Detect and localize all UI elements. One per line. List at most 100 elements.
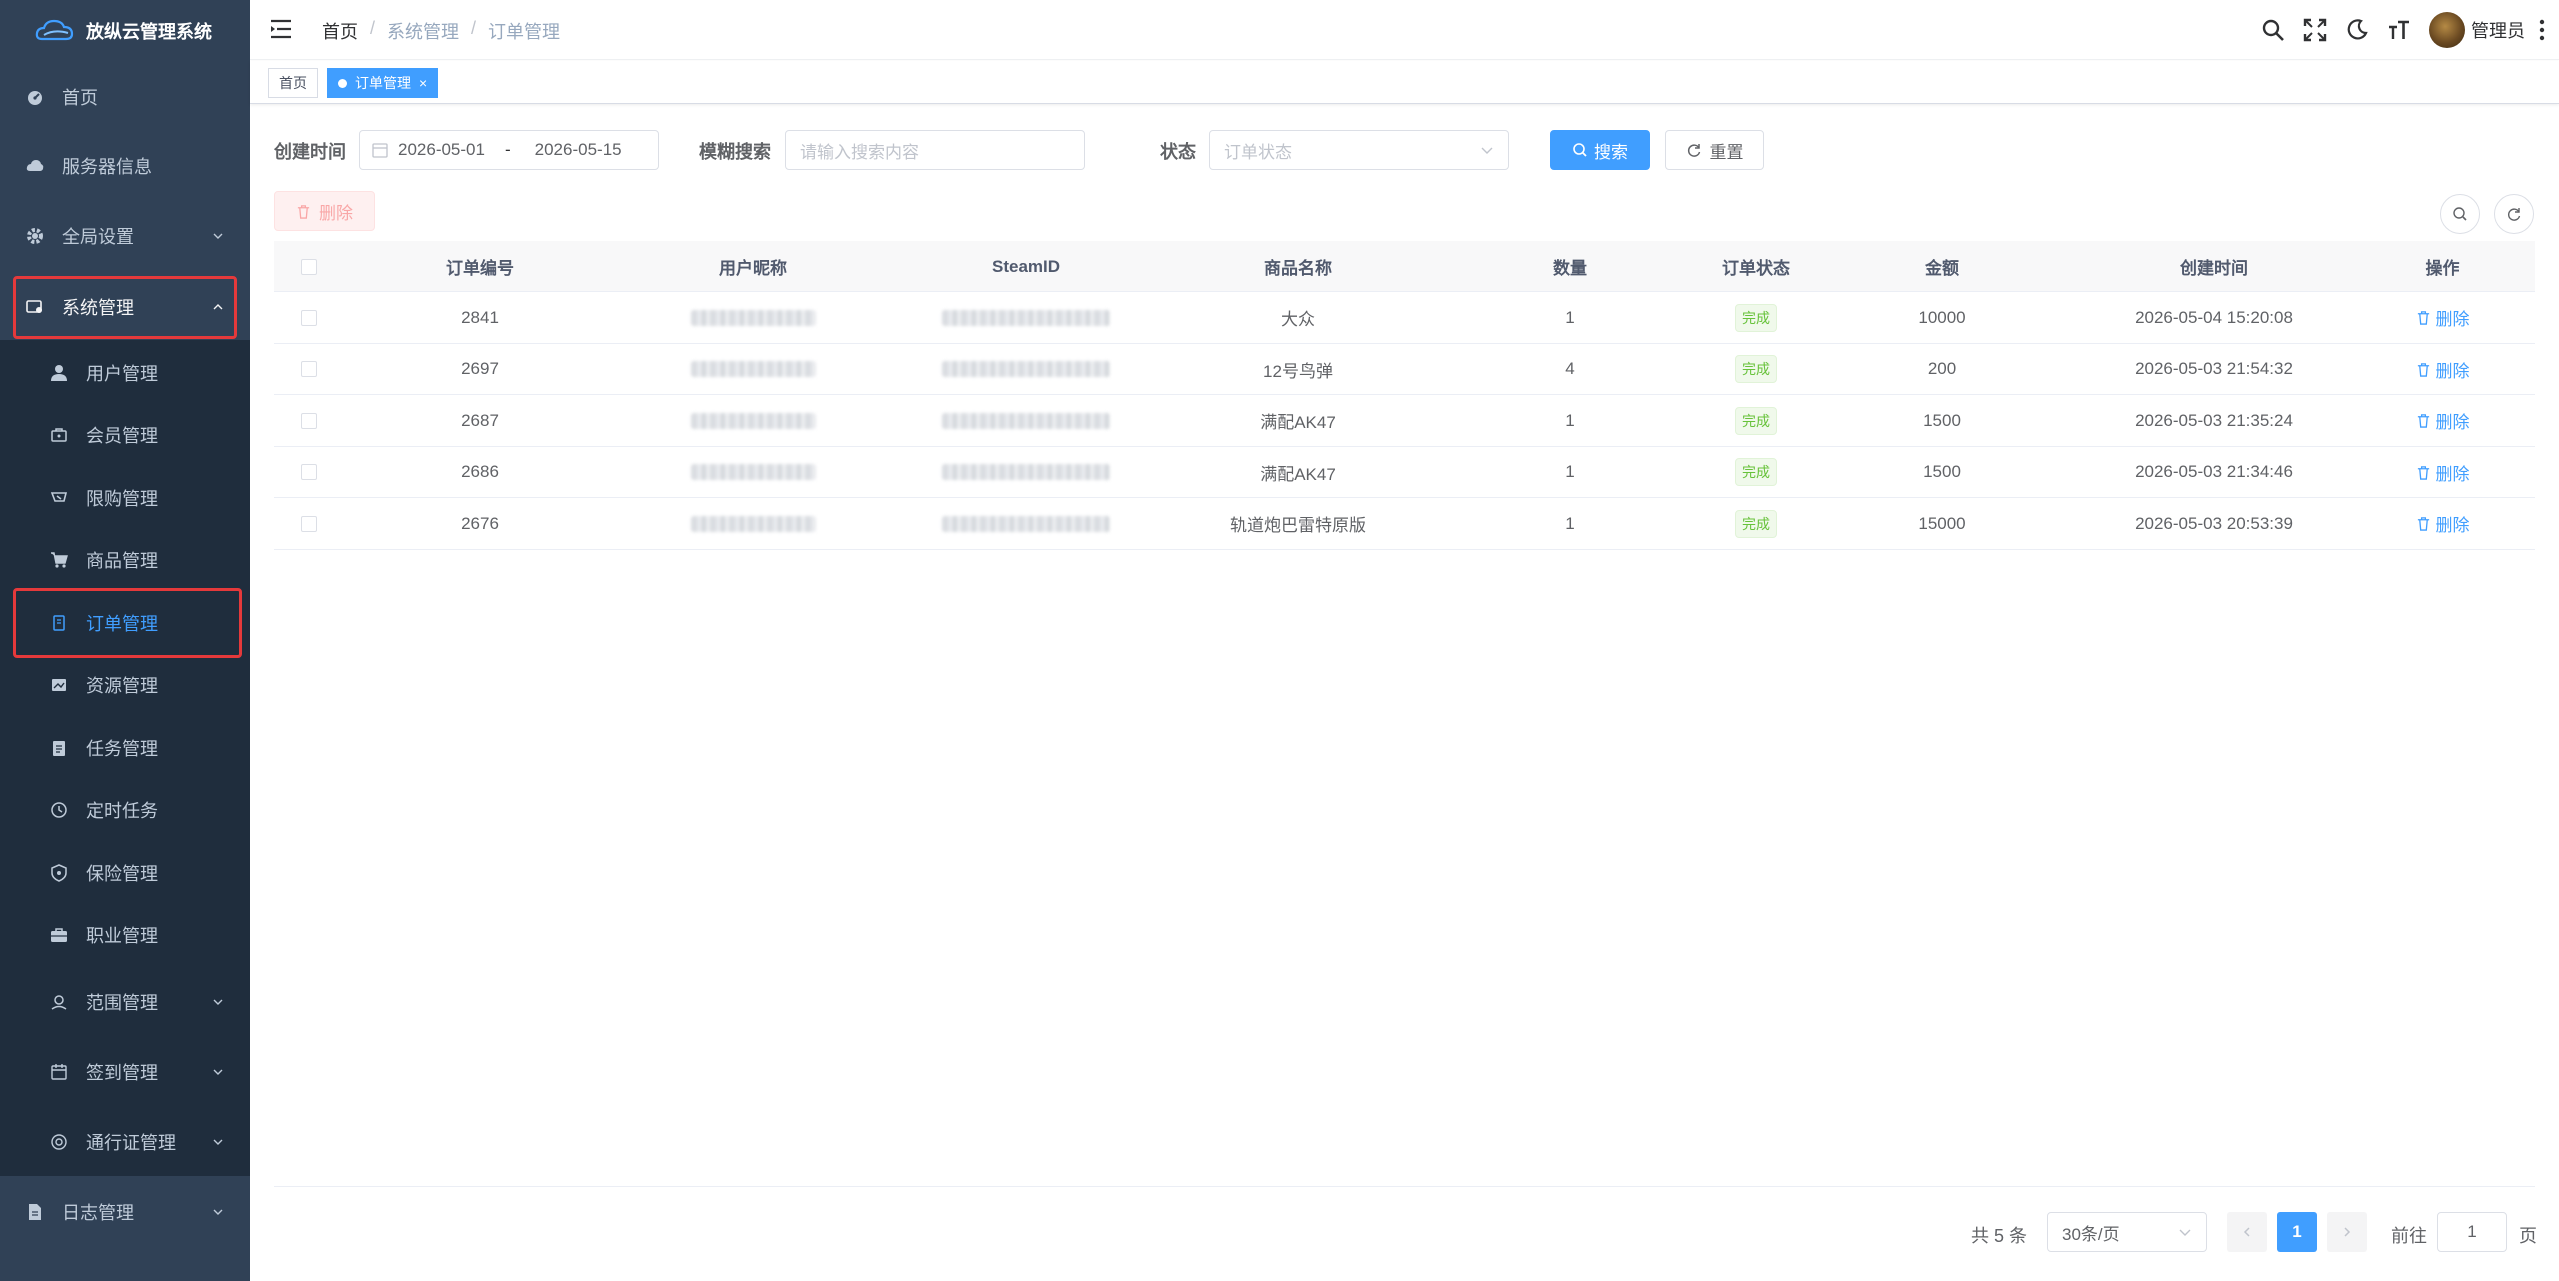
sidebar-item-purchase-limit[interactable]: 限购管理 [0,477,250,519]
sidebar-item-log-management[interactable]: 日志管理 [0,1191,250,1233]
tag-order-management[interactable]: 订单管理 × [327,68,439,98]
order-id-cell: 2697 [461,359,499,378]
row-checkbox[interactable] [301,412,317,429]
quantity-cell: 1 [1565,410,1575,430]
created-time-label: 创建时间 [274,142,346,162]
nickname-cell [616,395,890,446]
tag-label: 订单管理 [355,75,411,91]
page-number-button[interactable]: 1 [2277,1212,2317,1252]
chevron-left-icon [2243,1227,2250,1237]
fuzzy-search-label: 模糊搜索 [699,142,771,162]
goto-page-input[interactable]: 1 [2437,1212,2507,1252]
status-badge: 完成 [1735,406,1777,435]
table-row: 2676 轨道炮巴雷特原版 1 完成 15000 2026-05-03 20:5… [274,498,2535,550]
order-id-cell: 2841 [461,307,499,327]
close-icon[interactable]: × [419,75,427,91]
sidebar-item-label: 通行证管理 [86,1133,176,1153]
sidebar-item-range-management[interactable]: 范围管理 [0,981,250,1023]
sidebar-item-home[interactable]: 首页 [0,76,250,118]
toggle-search-button[interactable] [2440,194,2480,234]
sidebar-item-server-info[interactable]: 服务器信息 [0,145,250,187]
resource-icon [50,676,68,694]
row-select-cell [274,344,344,395]
log-icon [26,1203,44,1221]
sidebar-item-checkin-management[interactable]: 签到管理 [0,1051,250,1093]
column-header: SteamID [991,256,1061,276]
tag-home[interactable]: 首页 [268,68,318,98]
steamid-cell [890,395,1162,446]
sidebar-item-career-management[interactable]: 职业管理 [0,914,250,956]
fullscreen-icon[interactable] [2303,18,2327,42]
sidebar-item-label: 职业管理 [86,926,158,946]
fuzzy-search-placeholder: 请输入搜索内容 [800,142,919,162]
delete-row-label: 删除 [2435,413,2470,432]
status-badge: 完成 [1735,355,1777,383]
delete-row-button[interactable]: 删除 [2416,357,2470,382]
breadcrumb-home[interactable]: 首页 [322,18,358,44]
chevron-down-icon [213,999,223,1005]
delete-row-button[interactable]: 删除 [2416,305,2470,330]
user-name[interactable]: 管理员 [2471,17,2525,43]
status-select[interactable]: 订单状态 [1209,130,1509,170]
trash-icon [2417,311,2429,325]
amount-cell: 200 [1927,359,1957,378]
sidebar-item-global-settings[interactable]: 全局设置 [0,215,250,257]
cloud-logo-icon [35,19,74,41]
fuzzy-search-input[interactable]: 请输入搜索内容 [785,130,1085,170]
reset-button-label: 重置 [1709,142,1744,162]
active-dot-icon [338,78,347,88]
prev-page-button[interactable] [2227,1212,2267,1252]
created-time-cell: 2026-05-03 21:54:32 [2135,359,2293,378]
nickname-cell [616,344,890,395]
row-checkbox[interactable] [301,464,317,480]
breadcrumb-current: 订单管理 [488,22,561,42]
delete-row-button[interactable]: 删除 [2416,460,2470,485]
sidebar-item-member-management[interactable]: 会员管理 [0,414,250,456]
sidebar-item-label: 任务管理 [86,739,158,759]
row-checkbox[interactable] [301,515,317,532]
date-range-picker[interactable]: 2026-05-01 - 2026-05-15 [359,130,659,170]
avatar[interactable] [2429,12,2465,48]
range-icon [50,993,68,1011]
sidebar-item-user-management[interactable]: 用户管理 [0,352,250,394]
quantity-cell: 1 [1565,513,1575,533]
refresh-table-button[interactable] [2494,194,2534,234]
row-checkbox[interactable] [301,361,317,377]
sidebar-item-label: 范围管理 [86,993,158,1013]
delete-row-button[interactable]: 删除 [2416,511,2470,536]
sidebar-item-task-management[interactable]: 任务管理 [0,727,250,769]
table-row: 2841 大众 1 完成 10000 2026-05-04 15:20:08 删… [274,292,2535,344]
app-logo[interactable]: 放纵云管理系统 [0,0,250,62]
search-button-label: 搜索 [1594,142,1628,162]
operation-cell: 删除 [2350,292,2535,343]
amount-cell: 15000 [1918,513,1966,533]
font-size-icon[interactable] [2387,18,2411,42]
search-icon[interactable] [2261,18,2285,42]
quantity-cell: 4 [1565,359,1575,378]
sidebar-item-resource-management[interactable]: 资源管理 [0,664,250,706]
page-size-select[interactable]: 30条/页 [2047,1212,2207,1252]
sidebar-item-scheduled-tasks[interactable]: 定时任务 [0,789,250,831]
breadcrumb-separator: / [471,18,477,38]
page-size-value: 30条/页 [2062,1224,2120,1244]
table-row: 2697 12号鸟弹 4 完成 200 2026-05-03 21:54:32 … [274,344,2535,395]
chevron-right-icon [2344,1227,2351,1237]
column-header: 订单编号 [446,259,514,278]
sidebar-item-insurance-management[interactable]: 保险管理 [0,852,250,894]
next-page-button[interactable] [2327,1212,2367,1252]
trash-icon [2417,517,2429,531]
more-vertical-icon[interactable] [2539,18,2545,42]
sidebar-item-product-management[interactable]: 商品管理 [0,539,250,581]
batch-delete-button[interactable]: 删除 [274,191,375,231]
sidebar-item-pass-management[interactable]: 通行证管理 [0,1121,250,1163]
reset-button[interactable]: 重置 [1665,130,1764,170]
dark-mode-moon-icon[interactable] [2345,18,2369,42]
shield-icon [50,864,68,882]
delete-row-button[interactable]: 删除 [2416,408,2470,433]
task-icon [50,739,68,757]
select-all-checkbox[interactable] [301,258,317,275]
column-header: 用户昵称 [719,259,787,278]
hamburger-fold-icon[interactable] [270,18,292,40]
search-button[interactable]: 搜索 [1550,130,1650,170]
row-checkbox[interactable] [301,309,317,326]
